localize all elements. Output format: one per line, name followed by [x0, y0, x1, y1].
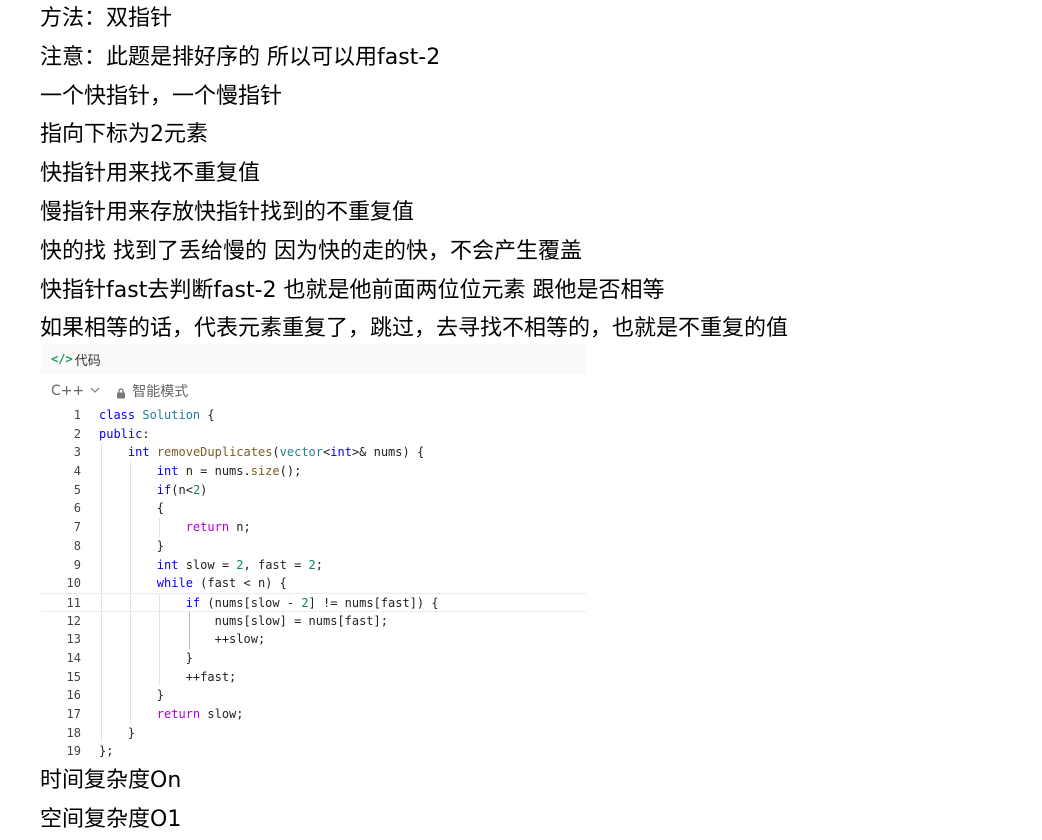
lock-icon: [116, 387, 126, 399]
code-text: }: [99, 648, 193, 668]
code-text: int n = nums.size();: [99, 462, 301, 481]
code-line[interactable]: 15 ++fast;: [41, 667, 586, 687]
line-number: 15: [66, 669, 81, 684]
code-text: }: [99, 686, 164, 705]
code-text: public:: [99, 426, 150, 441]
code-line[interactable]: 3 int removeDuplicates(vector<int>& nums…: [41, 443, 586, 463]
code-line[interactable]: 10 while (fast < n) {: [41, 574, 586, 593]
line-number: 12: [66, 613, 81, 628]
code-line[interactable]: 17 return slow;: [41, 705, 586, 724]
note-line: 注意：此题是排好序的 所以可以用fast-2: [40, 44, 441, 70]
note-line: 空间复杂度O1: [40, 806, 182, 832]
code-text: class Solution {: [99, 408, 215, 422]
code-line[interactable]: 6 {: [41, 499, 586, 519]
chevron-down-icon: [90, 386, 100, 397]
note-line: 一个快指针，一个慢指针: [40, 83, 283, 109]
line-number: 19: [66, 744, 81, 759]
language-label: C++: [51, 383, 85, 399]
line-number: 8: [73, 538, 81, 553]
language-select[interactable]: C++: [51, 383, 100, 399]
code-line[interactable]: 1 class Solution {: [41, 406, 586, 425]
code-line[interactable]: 9 int slow = 2, fast = 2;: [41, 555, 586, 575]
code-line[interactable]: 12 nums[slow] = nums[fast];: [41, 611, 586, 631]
code-line[interactable]: 19};: [41, 742, 586, 761]
line-number: 1: [73, 408, 81, 422]
code-line[interactable]: 11 if (nums[slow - 2] != nums[fast]) {: [41, 592, 586, 612]
line-number: 18: [66, 725, 81, 740]
line-number: 4: [73, 464, 81, 479]
code-line[interactable]: 14 }: [41, 648, 586, 668]
note-line: 快指针fast去判断fast-2 也就是他前面两位位元素 跟他是否相等: [40, 277, 665, 303]
code-line[interactable]: 5 if(n<2): [41, 480, 586, 500]
line-number: 14: [66, 650, 81, 665]
notes-top: 方法：双指针 注意：此题是排好序的 所以可以用fast-2 一个快指针，一个慢指…: [40, 0, 788, 349]
note-line: 快的找 找到了丢给慢的 因为快的走的快，不会产生覆盖: [40, 238, 582, 264]
code-text: }: [99, 536, 164, 556]
note-line: 指向下标为2元素: [40, 122, 208, 148]
line-number: 16: [66, 688, 81, 703]
code-text: };: [99, 744, 114, 759]
note-line: 慢指针用来存放快指针找到的不重复值: [40, 199, 415, 225]
smart-mode-toggle[interactable]: 智能模式: [116, 381, 188, 401]
line-number: 3: [73, 445, 81, 460]
code-icon: </>: [51, 352, 73, 366]
code-line[interactable]: 8 }: [41, 536, 586, 556]
line-number: 7: [73, 520, 81, 535]
code-line[interactable]: 2 public:: [41, 425, 586, 444]
note-line: 快指针用来找不重复值: [40, 161, 261, 187]
line-number: 9: [73, 557, 81, 572]
code-toolbar: C++ 智能模式: [41, 374, 586, 408]
code-editor[interactable]: 1 class Solution { 2 public: 3 int removeDup…: [41, 406, 586, 762]
code-block-title: 代码: [74, 353, 101, 369]
code-text: int removeDuplicates(vector<int>& nums) …: [99, 443, 424, 463]
code-text: int slow = 2, fast = 2;: [99, 555, 323, 575]
code-text: return slow;: [99, 705, 244, 724]
code-text: }: [99, 723, 135, 743]
code-text: return n;: [99, 518, 251, 537]
line-number: 10: [66, 576, 81, 591]
code-text: ++fast;: [99, 667, 236, 687]
code-text: {: [99, 499, 164, 519]
code-line[interactable]: 13 ++slow;: [41, 630, 586, 649]
code-line[interactable]: 18 }: [41, 723, 586, 743]
note-line: 时间复杂度On: [40, 768, 182, 793]
line-number: 2: [73, 426, 81, 441]
notes-bottom: 时间复杂度On 空间复杂度O1: [40, 762, 181, 840]
code-text: while (fast < n) {: [99, 574, 287, 593]
line-number: 11: [66, 595, 81, 610]
line-number: 5: [73, 482, 81, 497]
line-number: 17: [66, 707, 81, 721]
code-text: if(n<2): [99, 480, 207, 500]
code-line[interactable]: 7 return n;: [41, 518, 586, 537]
code-block: </> 代码 C++ 智能模式 1 class Solution { 2 public…: [41, 344, 586, 762]
line-number: 6: [73, 501, 81, 516]
code-line[interactable]: 16 }: [41, 686, 586, 705]
code-line[interactable]: 4 int n = nums.size();: [41, 462, 586, 481]
note-line: 方法：双指针: [40, 6, 173, 31]
line-number: 13: [66, 632, 81, 647]
code-text: if (nums[slow - 2] != nums[fast]) {: [99, 593, 439, 611]
smart-mode-label: 智能模式: [132, 384, 189, 400]
code-text: nums[slow] = nums[fast];: [99, 611, 388, 631]
code-block-header: </> 代码: [41, 344, 586, 374]
code-text: ++slow;: [99, 630, 265, 649]
